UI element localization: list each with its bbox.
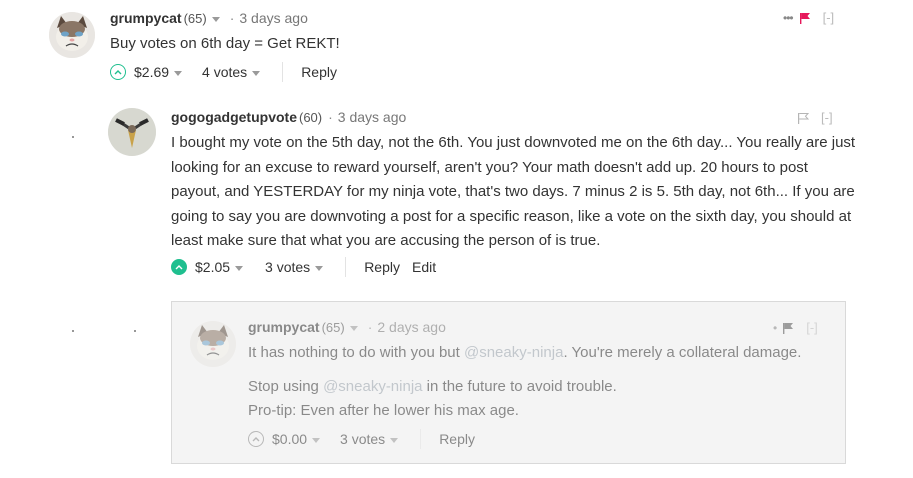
author-dropdown-icon[interactable]	[349, 325, 358, 331]
votes-count: 4 votes	[202, 64, 248, 80]
reputation: (65)	[321, 319, 345, 335]
votes-count: 3 votes	[340, 431, 386, 447]
thread-marker	[72, 330, 74, 332]
votes-dropdown-icon	[390, 437, 399, 443]
timestamp[interactable]: 3 days ago	[239, 10, 308, 26]
separator-dot: ·	[328, 109, 333, 125]
comment-footer: $2.69 4 votes Reply	[110, 62, 337, 82]
avatar[interactable]	[49, 12, 95, 58]
comment-line-3: Pro-tip: Even after he lower his max age…	[248, 402, 519, 419]
votes-count: 3 votes	[265, 259, 311, 275]
reply-button[interactable]: Reply	[439, 431, 475, 447]
chevron-up-icon	[252, 437, 260, 442]
mention-link[interactable]: @sneaky-ninja	[464, 344, 563, 361]
edit-button[interactable]: Edit	[412, 259, 436, 275]
separator-dot: ·	[229, 10, 235, 26]
reputation: (65)	[183, 10, 207, 26]
payout-value[interactable]: $2.05	[195, 259, 230, 275]
author-dropdown-icon[interactable]	[211, 16, 220, 22]
upvote-button[interactable]	[110, 64, 126, 80]
comment-text: Buy votes on 6th day = Get REKT!	[110, 35, 340, 52]
flag-icon[interactable]	[797, 112, 810, 124]
comment-tools: [-]	[797, 110, 833, 125]
upvote-button[interactable]	[248, 431, 264, 447]
avatar[interactable]	[108, 108, 156, 156]
divider	[345, 257, 347, 277]
upvote-button[interactable]	[171, 259, 187, 275]
grumpy-cat-avatar-image	[49, 12, 95, 58]
collapse-button[interactable]: [-]	[821, 110, 833, 125]
votes-dropdown[interactable]: 4 votes	[202, 64, 261, 80]
text-segment: Stop using	[248, 377, 324, 395]
author-name[interactable]: grumpycat	[248, 319, 320, 335]
collapse-button[interactable]: [-]	[823, 10, 835, 25]
gadget-avatar-image	[108, 108, 156, 156]
avatar[interactable]	[190, 321, 236, 367]
mention-link[interactable]: @sneaky-ninja	[323, 378, 422, 395]
text-segment: in the future to avoid trouble.	[422, 377, 617, 395]
timestamp[interactable]: 2 days ago	[377, 319, 446, 335]
grumpy-cat-avatar-image	[190, 321, 236, 367]
payout-value[interactable]: $2.69	[134, 64, 169, 80]
comment-body: Buy votes on 6th day = Get REKT!	[110, 32, 810, 57]
comment-footer: $2.05 3 votes Reply Edit	[171, 257, 436, 277]
author-name[interactable]: grumpycat	[110, 10, 182, 26]
divider	[420, 429, 422, 449]
separator-dot: ·	[367, 319, 373, 335]
flag-icon[interactable]	[782, 322, 794, 334]
comment-body: I bought my vote on the 5th day, not the…	[171, 131, 861, 254]
divider	[282, 62, 284, 82]
collapse-button[interactable]: [-]	[806, 320, 818, 335]
votes-dropdown-icon	[315, 265, 324, 271]
comment-text: I bought my vote on the 5th day, not the…	[171, 134, 856, 249]
reply-button[interactable]: Reply	[364, 259, 400, 275]
text-segment: . You're merely a collateral damage.	[563, 344, 802, 361]
comment-footer: $0.00 3 votes Reply	[248, 429, 475, 449]
votes-dropdown[interactable]: 3 votes	[340, 431, 399, 447]
votes-dropdown[interactable]: 3 votes	[265, 259, 324, 275]
flag-icon[interactable]	[799, 12, 811, 24]
reputation: (60)	[299, 109, 323, 125]
comment-tools: ••• [-]	[783, 10, 834, 25]
thread-marker	[134, 330, 136, 332]
comment-line-1: It has nothing to do with you but @sneak…	[248, 341, 838, 366]
comment-line-2: Stop using @sneaky-ninja in the future t…	[248, 375, 838, 400]
votes-dropdown-icon	[252, 70, 261, 76]
comment-tools: • [-]	[773, 320, 818, 335]
payout-value[interactable]: $0.00	[272, 431, 307, 447]
timestamp[interactable]: 3 days ago	[338, 109, 407, 125]
comment-body: It has nothing to do with you but @sneak…	[248, 341, 838, 424]
reply-button[interactable]: Reply	[301, 64, 337, 80]
more-icon[interactable]: •••	[783, 11, 794, 25]
payout-dropdown-icon[interactable]	[312, 437, 321, 443]
chevron-up-icon	[175, 265, 183, 270]
more-icon[interactable]: •	[773, 321, 777, 335]
text-segment: It has nothing to do with you but	[248, 344, 464, 361]
chevron-up-icon	[114, 70, 122, 75]
author-name[interactable]: gogogadgetupvote	[171, 109, 297, 125]
thread-marker	[72, 136, 74, 138]
payout-dropdown-icon[interactable]	[174, 70, 183, 76]
payout-dropdown-icon[interactable]	[235, 265, 244, 271]
